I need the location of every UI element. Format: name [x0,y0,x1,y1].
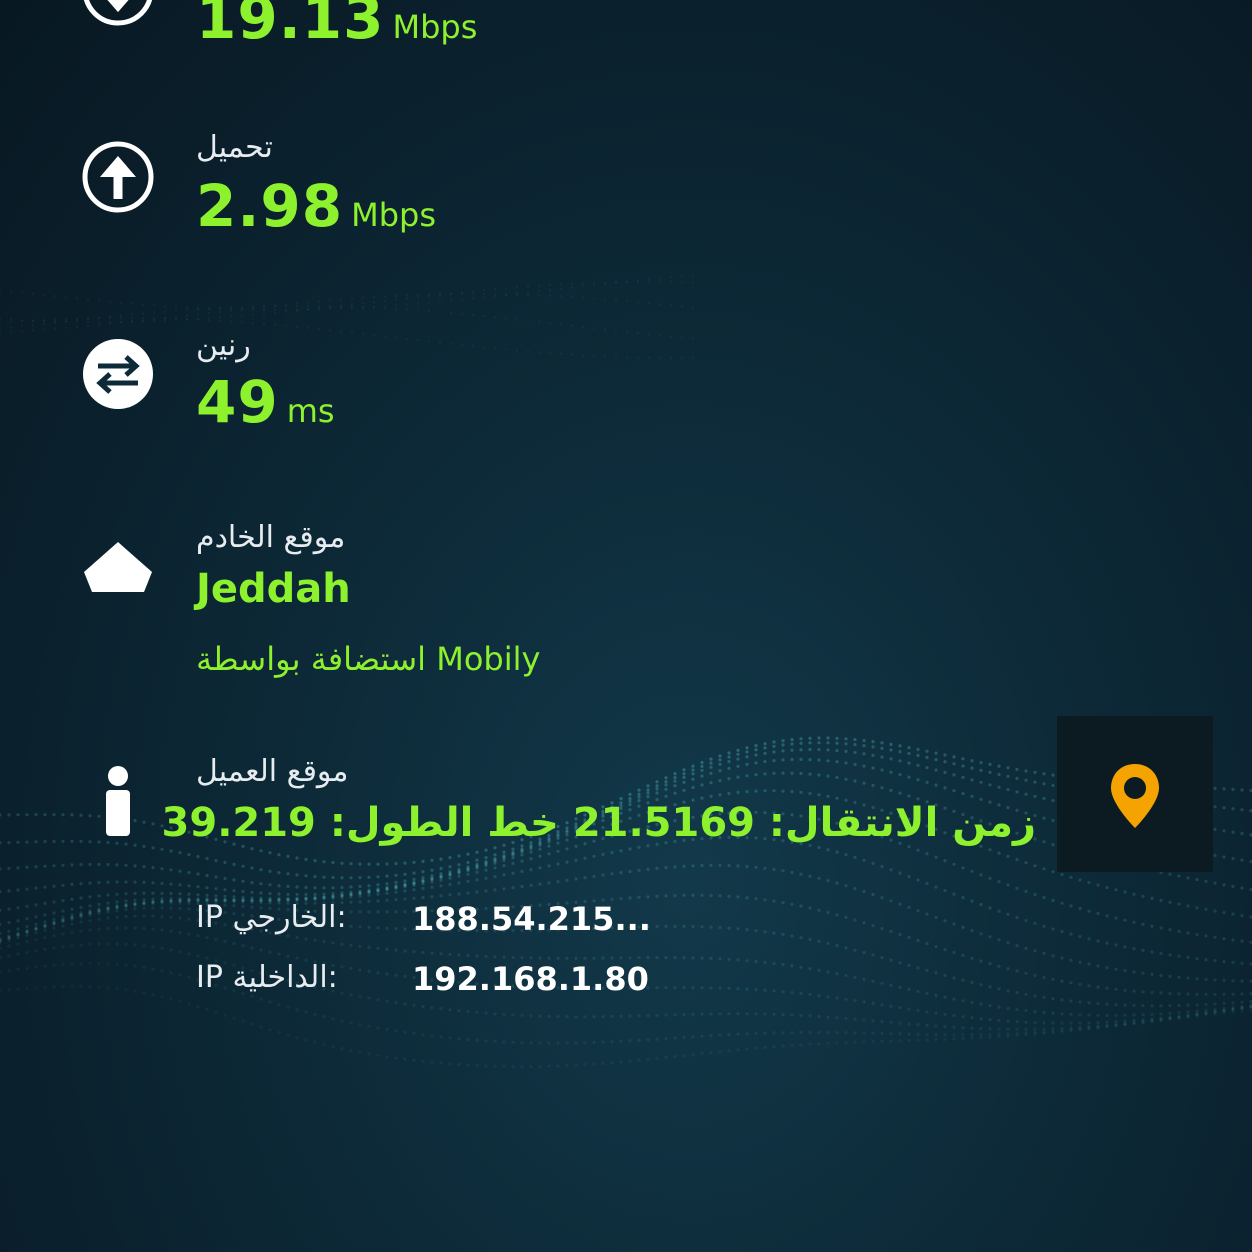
external-ip-value: 188.54.215... [412,900,651,938]
server-location-icon [80,534,156,610]
upload-label: تحميل [196,130,273,165]
internal-ip-label: IP الداخلية: [196,960,338,995]
ping-label: رنين [196,328,251,363]
server-label: موقع الخادم [196,520,346,555]
client-coordinates: زمن الانتقال: 21.5169 خط الطول: 39.219 [161,800,1036,846]
download-value-line: 19.13 Mbps [196,0,477,52]
ping-value-line: 49 ms [196,368,335,436]
server-city: Jeddah [196,566,351,612]
internal-ip-value: 192.168.1.80 [412,960,649,998]
download-value: 19.13 [196,0,385,52]
map-button[interactable] [1057,716,1213,872]
ping-arrows-icon [80,336,156,412]
background-wave [0,274,1252,1069]
download-unit: Mbps [392,8,478,46]
upload-value: 2.98 [196,172,344,240]
upload-arrow-icon [80,139,156,215]
ping-value: 49 [196,368,279,436]
map-pin-icon [1111,764,1159,828]
ping-unit: ms [286,392,335,430]
download-icon [80,0,156,28]
server-hosted-by: استضافة بواسطة Mobily [196,640,541,678]
client-label: موقع العميل [196,754,349,789]
person-icon [80,764,156,840]
external-ip-label: IP الخارجي: [196,900,347,935]
download-row: 19.13 Mbps [0,0,1252,60]
upload-unit: Mbps [351,196,437,234]
upload-value-line: 2.98 Mbps [196,172,436,240]
